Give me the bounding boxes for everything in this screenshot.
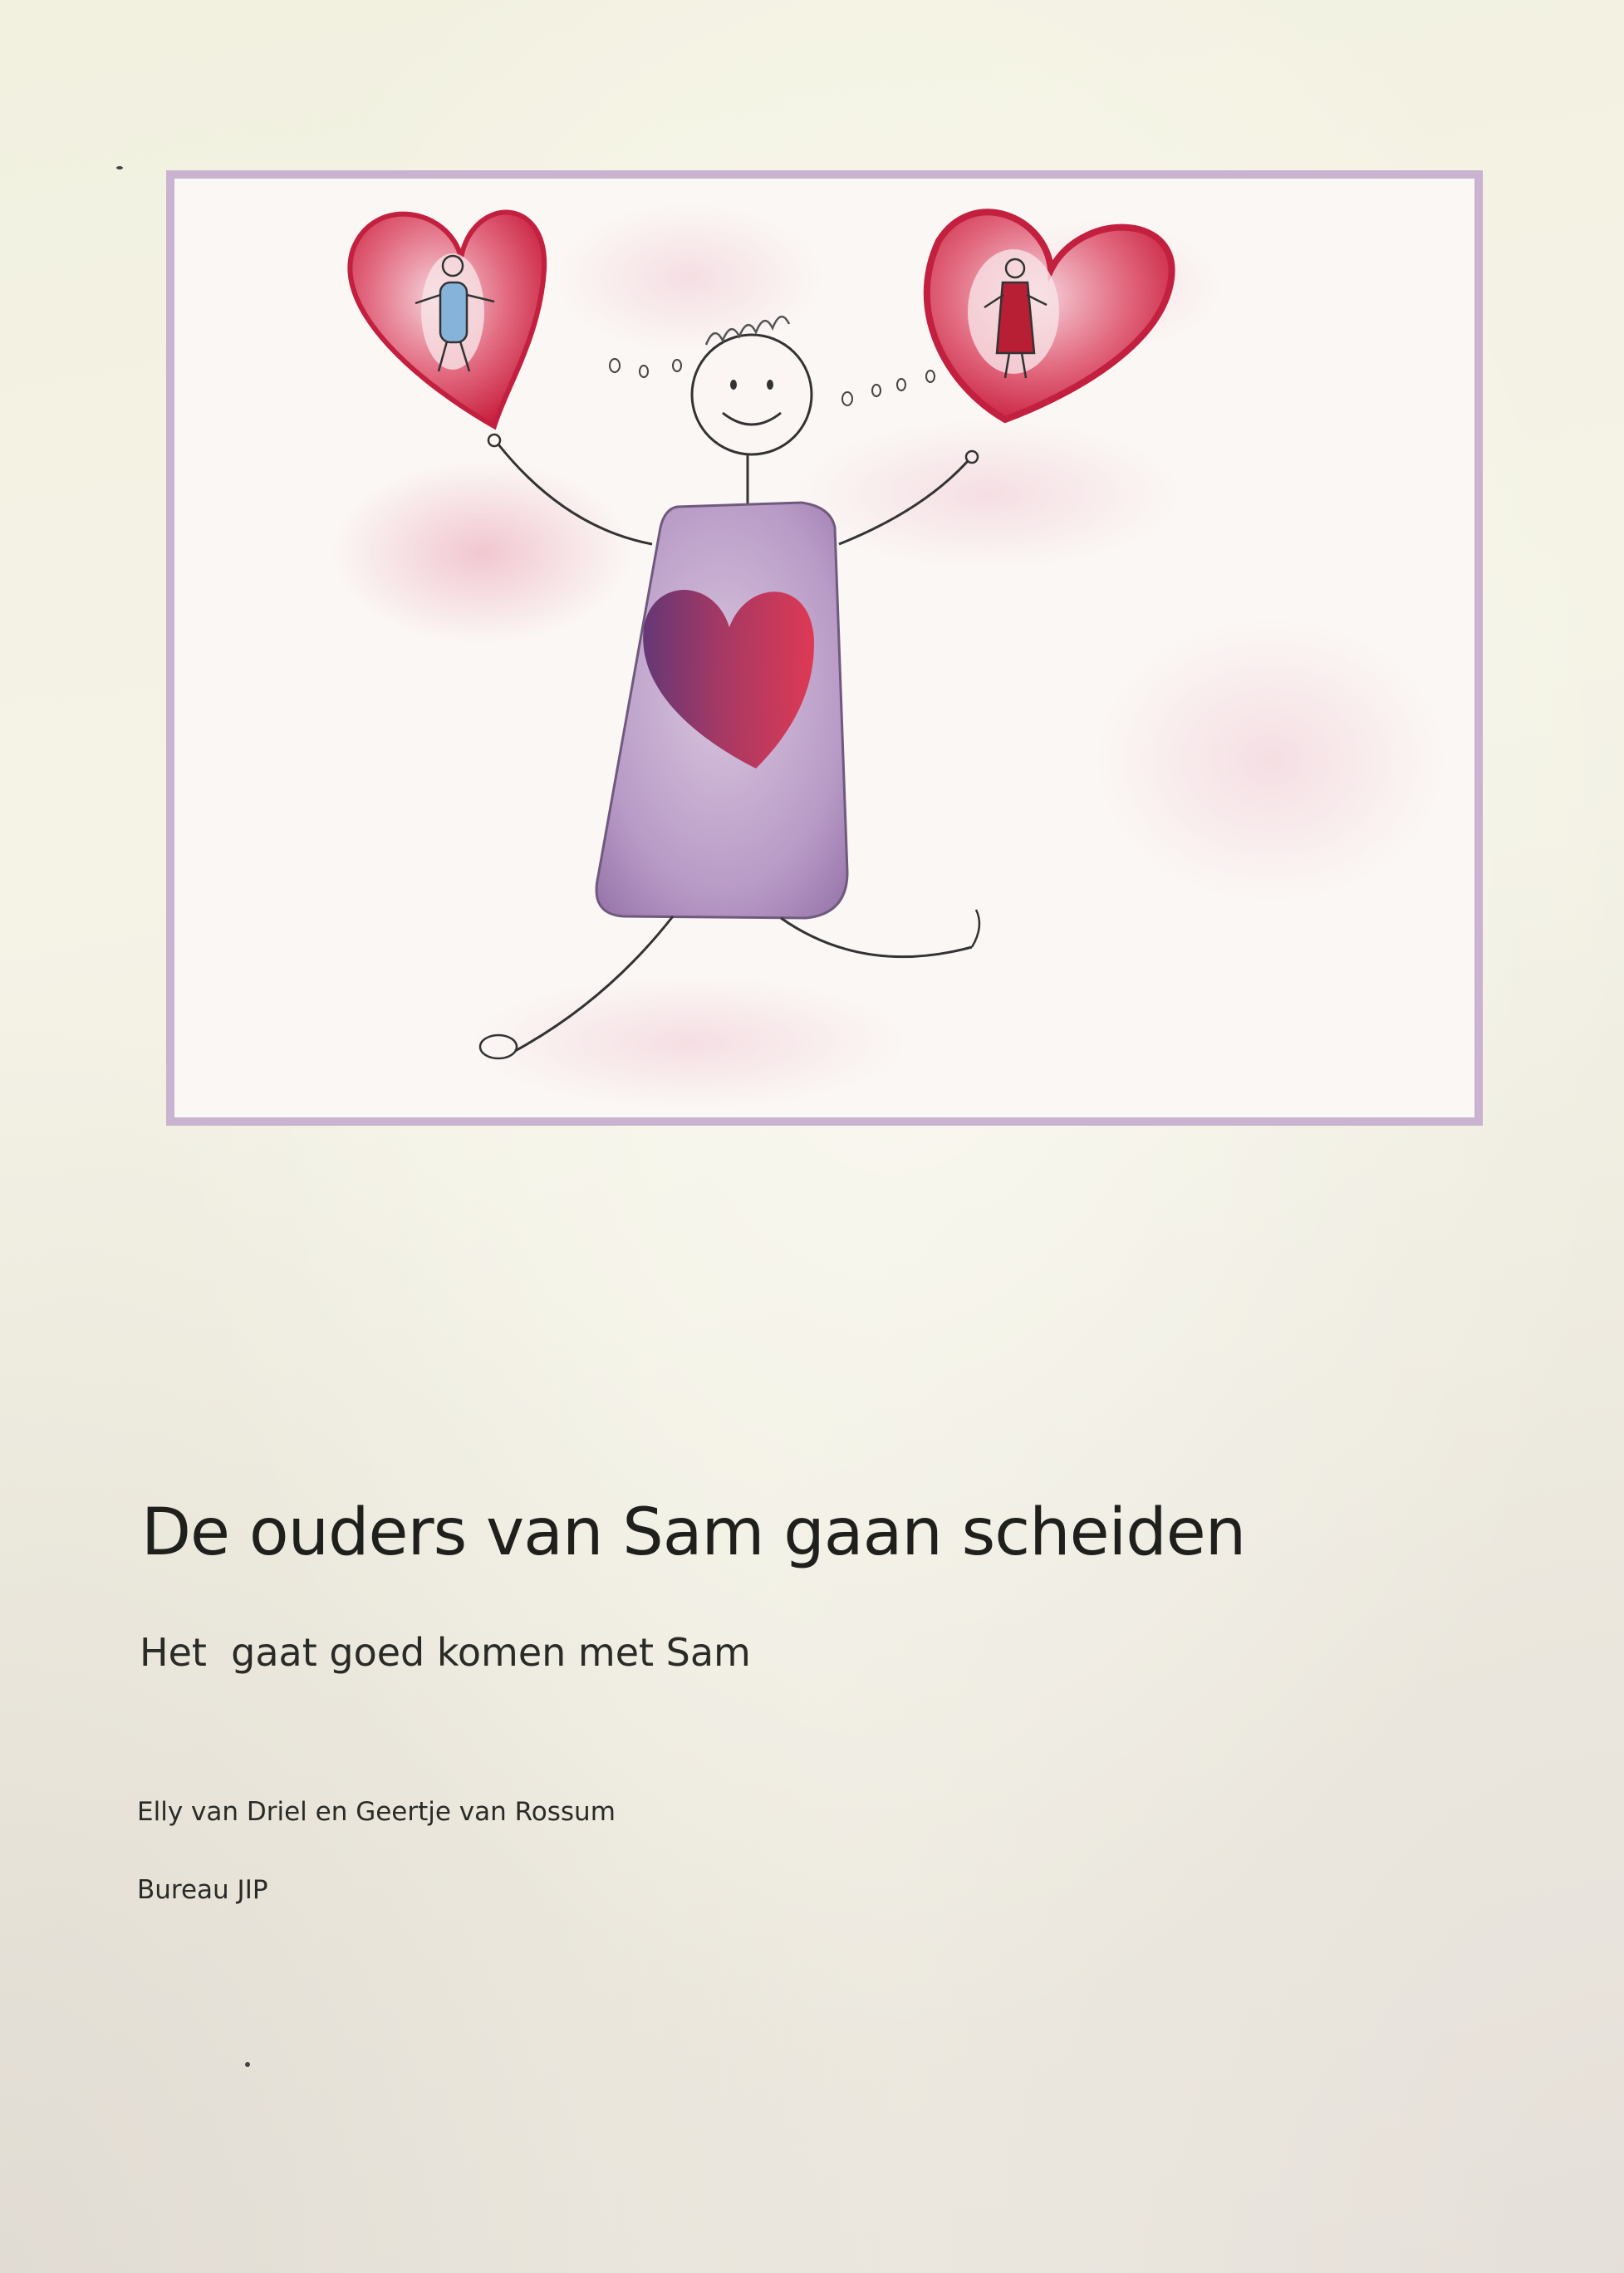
book-publisher: Bureau JIP [137,1875,268,1905]
book-cover-page: De ouders van Sam gaan scheiden Het gaat… [0,0,1624,2273]
pink-wash [797,420,1180,569]
watercolor-drawing [332,204,1445,1109]
book-title: De ouders van Sam gaan scheiden [141,1495,1246,1570]
pink-wash [332,461,631,644]
pink-wash [557,204,822,353]
paper-speck [245,2062,250,2067]
book-subtitle: Het gaat goed komen met Sam [140,1630,751,1675]
left-heart-icon [347,209,547,430]
book-authors: Elly van Driel en Geertje van Rossum [137,1797,616,1827]
pink-wash [473,976,905,1109]
paper-speck [116,166,123,169]
pink-wash [1097,619,1445,901]
cover-illustration [166,170,1483,1126]
